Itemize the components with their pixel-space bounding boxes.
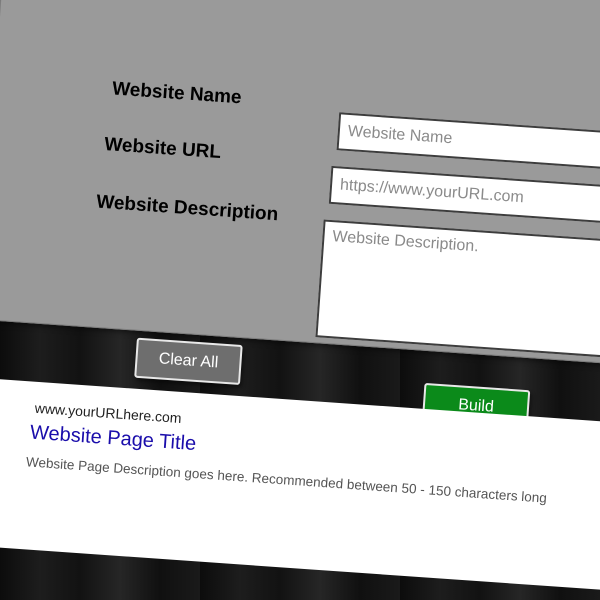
clear-all-button[interactable]: Clear All xyxy=(134,337,243,386)
stage: Website Name Website URL Website Descrip… xyxy=(0,0,600,600)
scene: Website Name Website URL Website Descrip… xyxy=(0,0,600,600)
website-description-input[interactable] xyxy=(315,219,600,361)
